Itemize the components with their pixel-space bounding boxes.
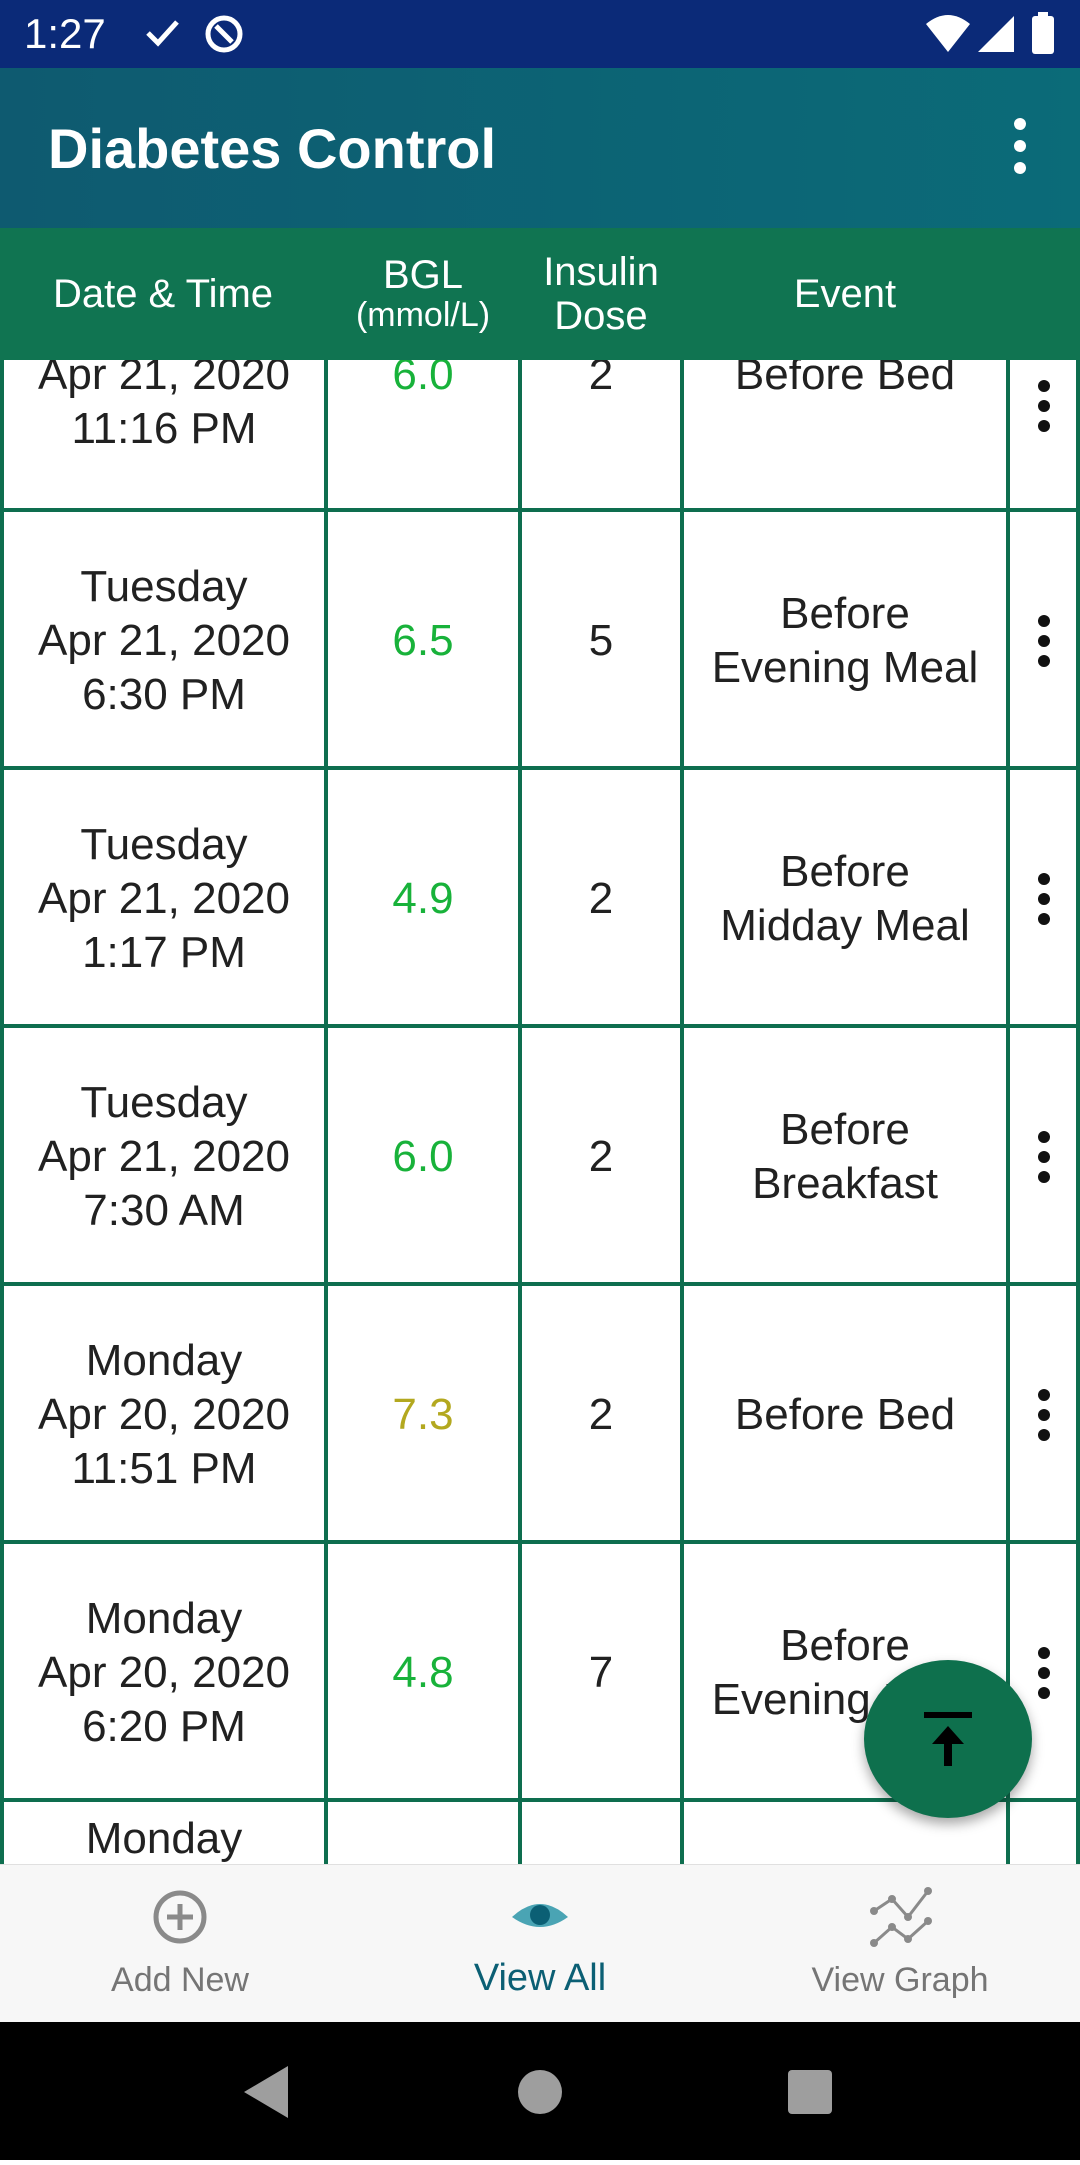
- recents-icon[interactable]: [788, 2070, 832, 2114]
- table-row[interactable]: Tuesday Apr 21, 2020 1:17 PM 4.9 2 Before M…: [0, 770, 1080, 1028]
- table-row[interactable]: Tuesday Apr 21, 2020 6:30 PM 6.5 5 Before E…: [0, 512, 1080, 770]
- table-row[interactable]: Tuesday Apr 21, 2020 7:30 AM 6.0 2 Before B…: [0, 1028, 1080, 1286]
- row-dose: 5: [588, 616, 614, 665]
- table-row[interactable]: Monday Apr 20, 2020 11:51 PM 7.3 2 Before …: [0, 1286, 1080, 1544]
- row-menu-button[interactable]: [1038, 615, 1052, 675]
- table-row[interactable]: Apr 21, 2020 11:16 PM 6.0 2 Before Bed: [0, 360, 1080, 488]
- row-bgl: 6.0: [392, 1132, 454, 1181]
- row-menu-button[interactable]: [1038, 873, 1052, 933]
- row-bgl: 6.5: [392, 616, 454, 665]
- column-header: Date & Time BGL (mmol/L) Insulin Dose Ev…: [0, 228, 1080, 360]
- row-menu-button[interactable]: [1038, 1389, 1052, 1449]
- app-title: Diabetes Control: [48, 117, 497, 180]
- row-datetime: Tuesday Apr 21, 2020 1:17 PM: [38, 820, 290, 977]
- row-datetime: Monday: [85, 1814, 243, 1863]
- row-bgl: 6.0: [392, 360, 454, 399]
- wifi-icon: [924, 12, 972, 59]
- eye-icon: [512, 1904, 568, 1927]
- add-circle-icon: [153, 1890, 207, 1944]
- row-event: Before Bed: [734, 1390, 956, 1439]
- row-menu-button[interactable]: [1038, 1647, 1052, 1707]
- header-event: Event: [793, 272, 897, 316]
- arrow-to-top-icon: [924, 1712, 972, 1766]
- row-event: Before Bed: [734, 360, 956, 399]
- row-datetime: Apr 21, 2020 11:16 PM: [38, 360, 290, 453]
- app-bar: Diabetes Control: [0, 68, 1080, 228]
- graph-icon: [870, 1887, 932, 1947]
- row-datetime: Tuesday Apr 21, 2020 7:30 AM: [38, 1078, 290, 1235]
- row-datetime: Monday Apr 20, 2020 11:51 PM: [38, 1336, 290, 1493]
- scroll-to-top-button[interactable]: [864, 1660, 1032, 1818]
- row-bgl: 4.8: [392, 1648, 454, 1697]
- row-dose: 2: [588, 874, 614, 923]
- nav-view-all[interactable]: View All: [360, 1865, 720, 2023]
- header-bgl: BGL (mmol/L): [355, 253, 491, 335]
- data-saver-icon: [202, 12, 246, 61]
- row-menu-button[interactable]: [1038, 1131, 1052, 1191]
- row-datetime: Monday Apr 20, 2020 6:20 PM: [38, 1594, 290, 1751]
- row-event: Before Midday Meal: [720, 847, 970, 950]
- nav-add-new[interactable]: Add New: [0, 1865, 360, 2023]
- entries-table[interactable]: Apr 21, 2020 11:16 PM 6.0 2 Before Bed Tu…: [0, 360, 1080, 1864]
- nav-view-graph[interactable]: View Graph: [720, 1865, 1080, 2023]
- nav-view-all-label: View All: [473, 1957, 607, 1999]
- row-dose: 2: [588, 360, 614, 399]
- row-bgl: 7.3: [392, 1390, 454, 1439]
- bottom-navigation: Add New View All View Graph: [0, 1864, 1080, 2023]
- signal-icon: [976, 12, 1016, 59]
- system-navigation-bar: [0, 2022, 1080, 2160]
- row-dose: 7: [588, 1648, 614, 1697]
- overflow-menu-button[interactable]: [1000, 118, 1040, 178]
- row-datetime: Tuesday Apr 21, 2020 6:30 PM: [38, 562, 290, 719]
- row-dose: 2: [588, 1132, 614, 1181]
- row-event: Before Breakfast: [752, 1105, 938, 1208]
- header-insulin-dose: Insulin Dose: [543, 250, 659, 338]
- row-event: Before Evening Meal: [711, 589, 979, 692]
- home-icon[interactable]: [518, 2070, 562, 2114]
- row-menu-button[interactable]: [1038, 380, 1052, 440]
- nav-add-new-label: Add New: [111, 1961, 249, 1999]
- header-date: Date & Time: [52, 272, 274, 316]
- battery-icon: [1030, 12, 1056, 61]
- back-icon[interactable]: [244, 2066, 288, 2118]
- nav-view-graph-label: View Graph: [811, 1961, 989, 1999]
- row-dose: 2: [588, 1390, 614, 1439]
- status-bar: 1:27: [0, 0, 1080, 68]
- row-bgl: 4.9: [392, 874, 454, 923]
- check-icon: [142, 12, 182, 57]
- status-time: 1:27: [24, 10, 106, 57]
